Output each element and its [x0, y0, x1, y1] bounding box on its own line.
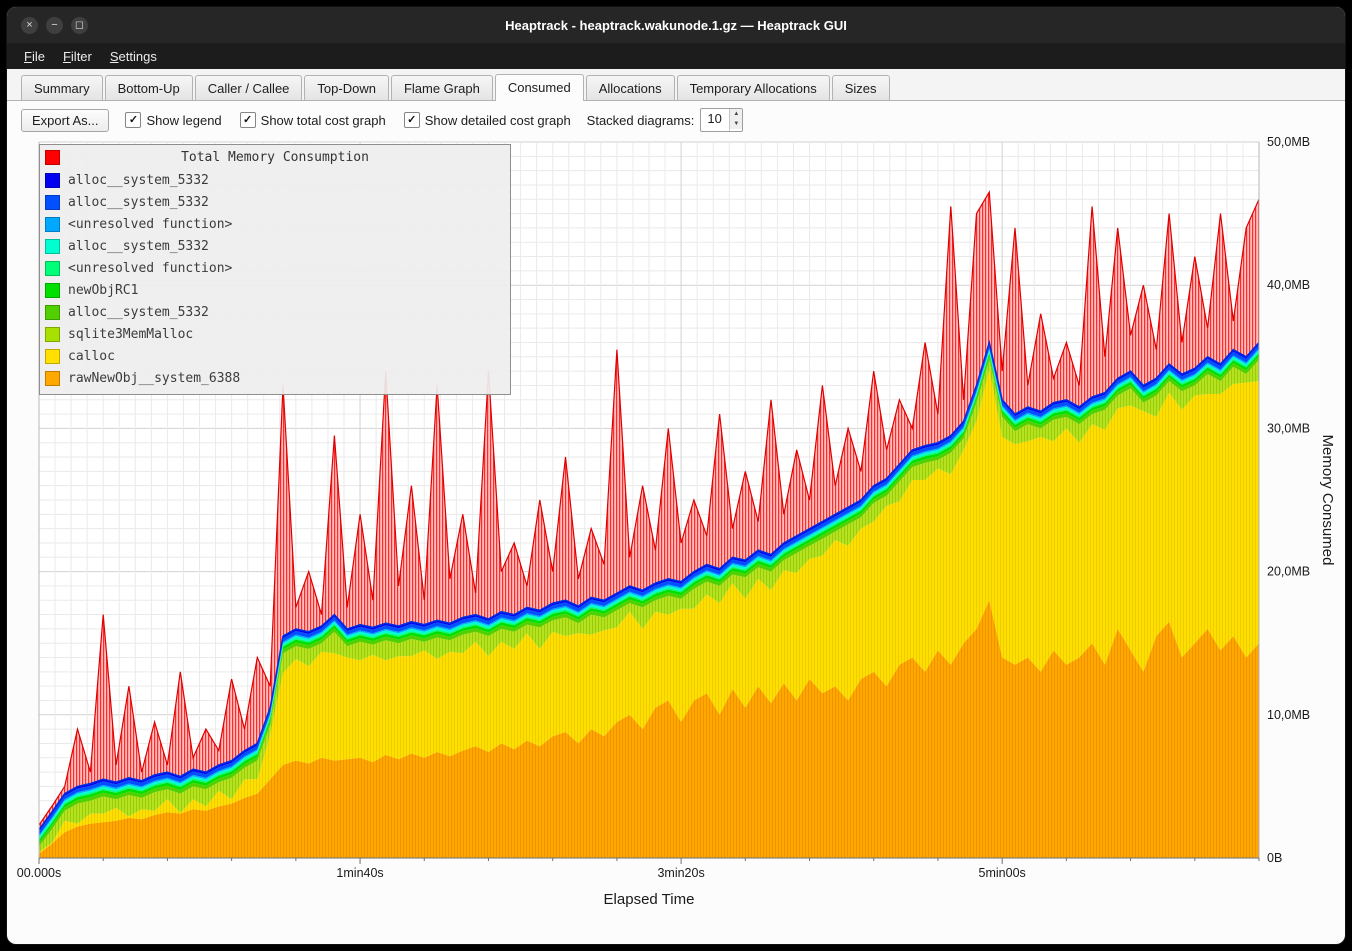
legend-item: alloc__system_5332	[40, 191, 510, 213]
close-button[interactable]: ×	[21, 17, 38, 34]
legend-swatch	[45, 349, 60, 364]
x-axis-title: Elapsed Time	[604, 891, 695, 908]
y-tick-label: 0B	[1267, 851, 1282, 865]
legend-swatch	[45, 261, 60, 276]
menu-settings[interactable]: Settings	[101, 46, 166, 67]
spinbox-up-icon[interactable]: ▲	[730, 109, 742, 119]
area-layer-1-newobjrc1	[39, 353, 1259, 843]
checkbox-check-icon[interactable]: ✓	[240, 112, 256, 128]
spinbox-buttons: ▲ ▼	[729, 109, 742, 131]
tab-sizes[interactable]: Sizes	[832, 75, 890, 100]
legend-label: calloc	[68, 349, 115, 364]
y-tick-label: 10,0MB	[1267, 708, 1310, 722]
show-legend-checkbox[interactable]: ✓ Show legend	[125, 112, 221, 128]
spinbox-value: 10	[701, 109, 729, 131]
legend-swatch	[45, 305, 60, 320]
checkbox-label[interactable]: Show legend	[146, 113, 221, 128]
stack-top-outline	[39, 343, 1259, 830]
tab-temporary-allocations[interactable]: Temporary Allocations	[677, 75, 830, 100]
chart-legend: Total Memory Consumption alloc__system_5…	[39, 144, 511, 395]
checkbox-label[interactable]: Show total cost graph	[261, 113, 386, 128]
legend-label: rawNewObj__system_6388	[68, 371, 240, 386]
y-tick-label: 30,0MB	[1267, 421, 1310, 435]
stacked-diagrams-label: Stacked diagrams:	[587, 113, 695, 128]
show-total-cost-graph-checkbox[interactable]: ✓ Show total cost graph	[240, 112, 386, 128]
window-controls: ×−◻	[21, 17, 88, 34]
legend-swatch	[45, 195, 60, 210]
tab-summary[interactable]: Summary	[21, 75, 103, 100]
x-tick-label: 3min20s	[657, 866, 704, 880]
show-detailed-cost-graph-checkbox[interactable]: ✓ Show detailed cost graph	[404, 112, 571, 128]
legend-item: alloc__system_5332	[40, 169, 510, 191]
legend-swatch	[45, 283, 60, 298]
legend-swatch	[45, 217, 60, 232]
legend-title: Total Memory Consumption	[40, 147, 510, 169]
minimize-button[interactable]: −	[46, 17, 63, 34]
tab-consumed[interactable]: Consumed	[495, 74, 584, 101]
area-layer-2-unresolved-function	[39, 352, 1259, 840]
legend-item: <unresolved function>	[40, 257, 510, 279]
legend-item: rawNewObj__system_6388	[40, 367, 510, 389]
checkbox-label[interactable]: Show detailed cost graph	[425, 113, 571, 128]
legend-item: newObjRC1	[40, 279, 510, 301]
area-layer-0-alloc-system-5332	[39, 356, 1259, 846]
y-axis-title: Memory Consumed	[1319, 435, 1336, 566]
legend-label: alloc__system_5332	[68, 305, 209, 320]
legend-label: sqlite3MemMalloc	[68, 327, 193, 342]
window-title: Heaptrack - heaptrack.wakunode.1.gz — He…	[7, 18, 1345, 33]
legend-items: alloc__system_5332 alloc__system_5332 <unr…	[40, 169, 510, 389]
tab-flame-graph[interactable]: Flame Graph	[391, 75, 493, 100]
export-as-button[interactable]: Export As...	[21, 109, 109, 132]
toolbar: Export As... ✓ Show legend ✓ Show total cos…	[7, 101, 1345, 138]
legend-label: alloc__system_5332	[68, 195, 209, 210]
legend-title-row: Total Memory Consumption	[40, 147, 510, 169]
title-bar: Heaptrack - heaptrack.wakunode.1.gz — He…	[7, 7, 1345, 43]
area-calloc	[39, 370, 1259, 854]
legend-swatch	[45, 327, 60, 342]
tab-bar: SummaryBottom-UpCaller / CalleeTop-DownF…	[7, 69, 1345, 101]
maximize-button[interactable]: ◻	[71, 17, 88, 34]
spinbox-down-icon[interactable]: ▼	[730, 119, 742, 129]
menu-file[interactable]: File	[15, 46, 54, 67]
y-tick-label: 40,0MB	[1267, 278, 1310, 292]
area-rawnewobj-system-6388	[39, 600, 1259, 858]
legend-label: <unresolved function>	[68, 217, 232, 232]
legend-label: alloc__system_5332	[68, 173, 209, 188]
tab-bottom-up[interactable]: Bottom-Up	[105, 75, 193, 100]
legend-swatch	[45, 239, 60, 254]
y-tick-label: 20,0MB	[1267, 565, 1310, 579]
tab-caller-callee[interactable]: Caller / Callee	[195, 75, 303, 100]
legend-swatch	[45, 173, 60, 188]
legend-label: <unresolved function>	[68, 261, 232, 276]
area-layer-4-unresolved-function	[39, 348, 1259, 836]
checkbox-check-icon[interactable]: ✓	[125, 112, 141, 128]
legend-title-swatch	[45, 150, 60, 165]
legend-item: alloc__system_5332	[40, 235, 510, 257]
legend-label: newObjRC1	[68, 283, 138, 298]
x-tick-label: 5min00s	[979, 866, 1026, 880]
stacked-diagrams-spinbox[interactable]: 10 ▲ ▼	[700, 108, 743, 132]
legend-label: alloc__system_5332	[68, 239, 209, 254]
area-sqlite3memmalloc	[39, 360, 1259, 853]
menu-bar: FileFilterSettings	[7, 43, 1345, 69]
legend-item: sqlite3MemMalloc	[40, 323, 510, 345]
checkbox-check-icon[interactable]: ✓	[404, 112, 420, 128]
menu-filter[interactable]: Filter	[54, 46, 101, 67]
area-layer-5-alloc-system-5332	[39, 345, 1259, 835]
app-window: Heaptrack - heaptrack.wakunode.1.gz — He…	[6, 6, 1346, 945]
x-tick-label: 1min40s	[336, 866, 383, 880]
legend-item: calloc	[40, 345, 510, 367]
x-tick-label: 00.000s	[17, 866, 61, 880]
area-layer-3-alloc-system-5332	[39, 350, 1259, 839]
checkbox-group: ✓ Show legend ✓ Show total cost graph ✓ Show …	[125, 112, 570, 128]
legend-item: <unresolved function>	[40, 213, 510, 235]
legend-item: alloc__system_5332	[40, 301, 510, 323]
legend-swatch	[45, 371, 60, 386]
tab-allocations[interactable]: Allocations	[586, 75, 675, 100]
stacked-diagrams-control: Stacked diagrams: 10 ▲ ▼	[587, 108, 744, 132]
area-layer-6-alloc-system-5332	[39, 343, 1259, 832]
tab-top-down[interactable]: Top-Down	[304, 75, 389, 100]
